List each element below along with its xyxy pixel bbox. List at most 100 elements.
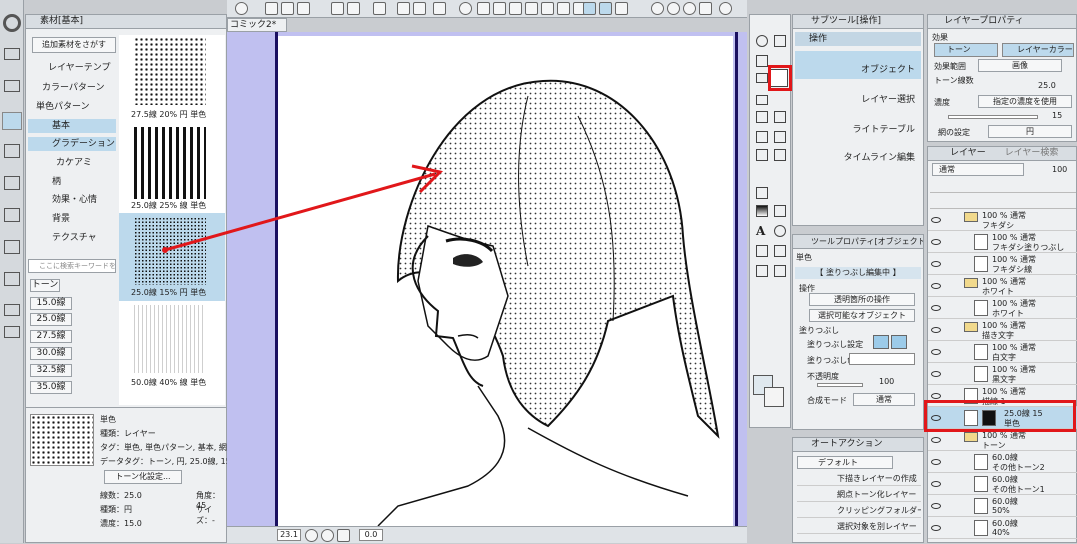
eye-icon[interactable] bbox=[931, 393, 941, 399]
tree-item[interactable]: 背景 bbox=[28, 212, 116, 226]
search-icon[interactable] bbox=[3, 14, 21, 32]
layer-folder-row[interactable]: 100 % 通常 ホワイト bbox=[928, 275, 1077, 297]
tree-item[interactable]: 単色パターン bbox=[28, 100, 116, 114]
subtool-panel-tab[interactable]: サブツール[操作] bbox=[793, 15, 923, 29]
tree-item[interactable]: カラーパターン bbox=[28, 81, 116, 95]
select-expand-icon[interactable] bbox=[557, 2, 570, 15]
tool-property-tab[interactable]: ツールプロパティ[オブジェクト] bbox=[793, 235, 923, 249]
tag-item[interactable]: 32.5線 bbox=[30, 364, 72, 377]
opacity-value[interactable]: 100 bbox=[879, 377, 894, 386]
operation-select-2[interactable]: 選択可能なオブジェクト bbox=[809, 309, 915, 322]
pen-tool-icon[interactable] bbox=[756, 111, 768, 123]
text-tool-icon[interactable]: A bbox=[756, 225, 768, 237]
navigator-icon[interactable] bbox=[719, 2, 732, 15]
subtool-item-object[interactable]: オブジェクト bbox=[795, 51, 921, 79]
auto-action-item[interactable]: クリッピングフォルダー作 bbox=[797, 504, 921, 518]
eyedropper-icon[interactable] bbox=[756, 95, 768, 105]
blend-select[interactable]: 通常 bbox=[853, 393, 915, 406]
fill-setting-button[interactable] bbox=[891, 335, 907, 349]
eye-icon[interactable] bbox=[931, 239, 941, 245]
layer-blend-select[interactable]: 通常 bbox=[932, 163, 1024, 176]
opacity-slider[interactable] bbox=[817, 383, 863, 387]
gradient-tool-icon[interactable] bbox=[756, 205, 768, 217]
eye-icon[interactable] bbox=[931, 503, 941, 509]
tree-item[interactable]: テクスチャ bbox=[28, 231, 116, 245]
eye-icon[interactable] bbox=[931, 283, 941, 289]
density-number[interactable]: 15 bbox=[1052, 111, 1062, 120]
snap-ruler-icon[interactable] bbox=[583, 2, 596, 15]
material-panel-tab[interactable]: 素材[基本] bbox=[26, 15, 226, 29]
layer-folder-row[interactable]: 100 % 通常 トーン bbox=[928, 429, 1077, 451]
material-icon[interactable] bbox=[4, 208, 20, 222]
move-tool-icon[interactable] bbox=[774, 35, 786, 47]
select-tool-icon[interactable] bbox=[756, 55, 768, 67]
zoom-out-icon[interactable] bbox=[305, 529, 318, 542]
layer-folder-row[interactable]: 100 % 通常 描き文字 bbox=[928, 319, 1077, 341]
save-icon[interactable] bbox=[297, 2, 310, 15]
eye-icon[interactable] bbox=[931, 525, 941, 531]
folder-icon[interactable] bbox=[4, 80, 20, 92]
transform-icon[interactable] bbox=[397, 2, 410, 15]
scale-icon[interactable] bbox=[413, 2, 426, 15]
layer-row[interactable]: 60.0線 その他トーン2 bbox=[928, 451, 1077, 473]
layer-row[interactable]: 60.0線 その他トーン1 bbox=[928, 473, 1077, 495]
eye-icon[interactable] bbox=[931, 459, 941, 465]
layer-search-tab[interactable]: レイヤー検索 bbox=[989, 148, 1059, 158]
image-icon[interactable] bbox=[4, 240, 20, 254]
subtool-item-timeline[interactable]: タイムライン編集 bbox=[795, 139, 921, 167]
material-icon[interactable] bbox=[4, 176, 20, 190]
auto-action-set-select[interactable]: デフォルト bbox=[797, 456, 893, 469]
color-swatch-sub[interactable] bbox=[764, 387, 784, 407]
snap-special-icon[interactable] bbox=[615, 2, 628, 15]
app-logo-icon[interactable] bbox=[235, 2, 248, 15]
layer-folder-row[interactable]: 100 % 通常 フキダシ bbox=[928, 209, 1077, 231]
tag-item[interactable]: 35.0線 bbox=[30, 381, 72, 394]
subtool-group[interactable]: 操作 bbox=[795, 32, 921, 46]
search-material-button[interactable]: 追加素材をさがす bbox=[32, 37, 116, 53]
density-slider[interactable] bbox=[948, 115, 1038, 119]
eraser-icon[interactable] bbox=[756, 149, 768, 161]
fill-setting-button[interactable] bbox=[873, 335, 889, 349]
tree-item[interactable]: レイヤーテンプ bbox=[28, 61, 116, 75]
ruler-icon[interactable] bbox=[774, 245, 786, 257]
tag-item[interactable]: 30.0線 bbox=[30, 347, 72, 360]
eye-icon[interactable] bbox=[931, 261, 941, 267]
eye-icon[interactable] bbox=[931, 217, 941, 223]
layer-property-tab[interactable]: レイヤープロパティ bbox=[928, 15, 1076, 29]
folder-icon[interactable] bbox=[4, 48, 20, 60]
layer-row[interactable]: 60.0線 50% bbox=[928, 495, 1077, 517]
tree-item-selected[interactable]: 基本 bbox=[28, 119, 116, 133]
tag-item[interactable]: 25.0線 bbox=[30, 313, 72, 326]
new-file-icon[interactable] bbox=[265, 2, 278, 15]
eye-icon[interactable] bbox=[931, 371, 941, 377]
layer-row[interactable]: 100 % 通常 白文字 bbox=[928, 341, 1077, 363]
fit-icon[interactable] bbox=[337, 529, 350, 542]
pencil-tool-icon[interactable] bbox=[774, 111, 786, 123]
select-clear-icon[interactable] bbox=[493, 2, 506, 15]
brush-tool-icon[interactable] bbox=[756, 131, 768, 143]
fill-icon[interactable] bbox=[433, 2, 446, 15]
tone-setting-button[interactable]: トーン化設定... bbox=[104, 470, 182, 484]
undo-icon[interactable] bbox=[331, 2, 344, 15]
auto-action-item[interactable]: 選択対象を別レイヤー bbox=[797, 520, 921, 534]
document-tab[interactable]: コミック2* bbox=[227, 18, 287, 32]
eye-icon[interactable] bbox=[931, 437, 941, 443]
layer-row[interactable]: 100 % 通常 黒文字 bbox=[928, 363, 1077, 385]
tag-header[interactable]: トーン bbox=[30, 279, 60, 292]
lines-value[interactable]: 25.0 bbox=[1038, 81, 1056, 90]
layer-tab[interactable]: レイヤー bbox=[932, 148, 986, 158]
layer-opacity-value[interactable]: 100 bbox=[1052, 165, 1067, 174]
tree-item[interactable]: カケアミ bbox=[28, 156, 116, 170]
subtool-item-light-table[interactable]: ライトテーブル bbox=[795, 111, 921, 139]
flip-icon[interactable] bbox=[683, 2, 696, 15]
tree-item[interactable]: 柄 bbox=[28, 175, 116, 189]
select-invert-icon[interactable] bbox=[477, 2, 490, 15]
tone-effect-button[interactable]: トーン bbox=[934, 43, 998, 57]
material-thumb[interactable]: 27.5線 20% 円 単色 bbox=[119, 35, 225, 125]
operation-select-1[interactable]: 透明箇所の操作 bbox=[809, 293, 915, 306]
material-icon[interactable] bbox=[4, 144, 20, 158]
zoom-value[interactable]: 23.1 bbox=[277, 529, 301, 541]
eye-icon[interactable] bbox=[931, 481, 941, 487]
tree-item[interactable]: 効果・心情 bbox=[28, 193, 116, 207]
decoration-icon[interactable] bbox=[756, 245, 768, 257]
